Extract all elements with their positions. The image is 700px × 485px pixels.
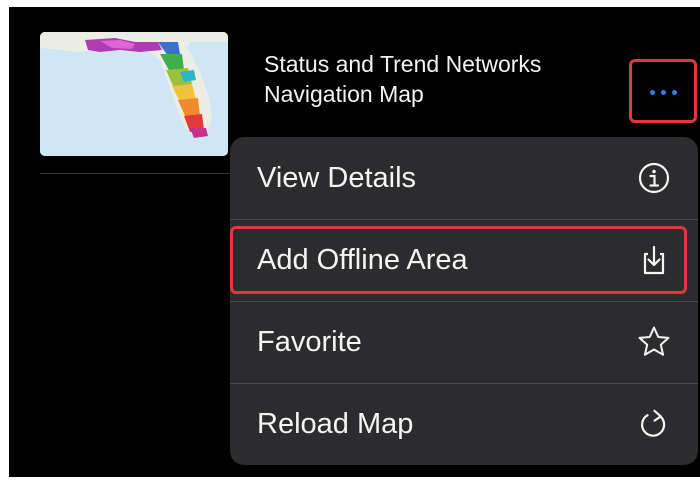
context-menu: View Details Add Offline Area Favorite R… bbox=[230, 137, 698, 465]
map-title: Status and Trend Networks Navigation Map bbox=[264, 49, 624, 109]
map-title-line2: Navigation Map bbox=[264, 81, 424, 107]
menu-item-add-offline-area[interactable]: Add Offline Area bbox=[230, 219, 698, 301]
app-screen: Status and Trend Networks Navigation Map… bbox=[9, 7, 700, 477]
menu-item-favorite[interactable]: Favorite bbox=[230, 301, 698, 383]
more-options-button[interactable] bbox=[629, 59, 697, 123]
star-icon bbox=[636, 324, 672, 360]
reload-icon bbox=[636, 406, 672, 442]
map-thumbnail[interactable] bbox=[40, 32, 228, 156]
menu-item-view-details[interactable]: View Details bbox=[230, 137, 698, 219]
menu-item-reload-map[interactable]: Reload Map bbox=[230, 383, 698, 465]
info-icon bbox=[636, 160, 672, 196]
list-divider bbox=[40, 173, 240, 174]
menu-item-label: Favorite bbox=[257, 325, 362, 358]
florida-map-image bbox=[40, 32, 228, 156]
menu-item-label: Reload Map bbox=[257, 407, 414, 440]
ellipsis-icon bbox=[649, 89, 677, 95]
menu-item-label: Add Offline Area bbox=[257, 243, 468, 276]
menu-item-label: View Details bbox=[257, 161, 417, 194]
download-icon bbox=[636, 242, 672, 278]
map-title-line1: Status and Trend Networks bbox=[264, 51, 542, 77]
